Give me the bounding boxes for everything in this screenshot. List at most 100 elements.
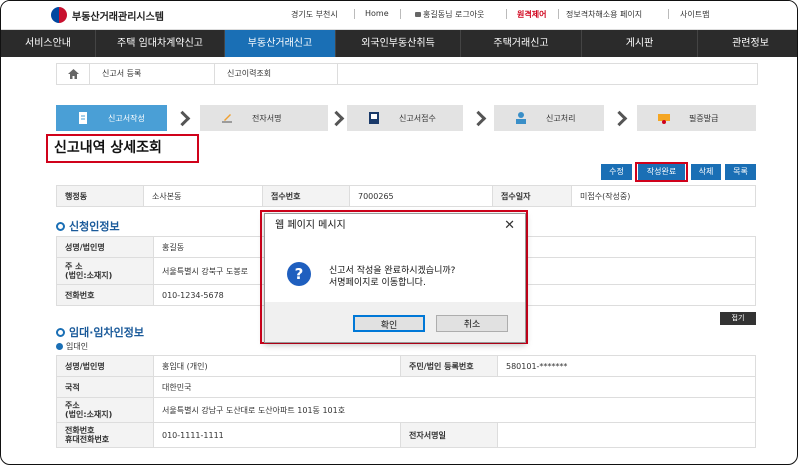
lessor-phone-label: 전화번호 휴대전화번호: [56, 422, 154, 448]
receipt-no-label: 접수번호: [262, 185, 350, 207]
lessor-table: 성명/법인명 홍임대 (개인) 주민/법인 등록번호 580101-******…: [56, 355, 756, 448]
top-utility-bar: 부동산거래관리시스템 경기도 부천시 Home 홍길동님 로그아웃 원격제어 정…: [1, 1, 797, 30]
list-button[interactable]: 목록: [725, 164, 756, 180]
dialog-body: ? 신고서 작성을 완료하시겠습니까? 서명페이지로 이동합니다.: [265, 238, 525, 302]
ok-button[interactable]: 확인: [353, 315, 425, 332]
nav-board[interactable]: 게시판: [582, 30, 698, 57]
summary-table: 행정동 소사본동 접수번호 7000265 접수일자 미접수(작성중): [56, 185, 756, 207]
home-link[interactable]: Home: [365, 9, 389, 18]
nav-service[interactable]: 서비스안내: [1, 30, 96, 57]
chevron-right-icon: [328, 110, 345, 127]
question-icon: ?: [287, 262, 311, 286]
user-process-icon: [516, 112, 526, 124]
breadcrumb-item[interactable]: 신고서 등록: [90, 64, 215, 84]
divider: [506, 9, 507, 19]
divider: [354, 9, 355, 19]
address-label-line: (법인:소재지): [65, 271, 113, 280]
confirm-dialog: 웹 페이지 메시지 ✕ ? 신고서 작성을 완료하시겠습니까? 서명페이지로 이…: [264, 213, 526, 343]
receipt-no-value: 7000265: [349, 185, 493, 207]
certificate-icon: [658, 114, 670, 124]
address-label-line: (법인:소재지): [65, 410, 113, 419]
complete-button-highlight: [635, 162, 688, 182]
browser-frame: 부동산거래관리시스템 경기도 부천시 Home 홍길동님 로그아웃 원격제어 정…: [0, 0, 798, 465]
lessor-sign-label: 전자서명일: [400, 422, 498, 448]
applicant-phone-label: 전화번호: [56, 284, 154, 306]
breadcrumb: 신고서 등록 신고이력조회: [56, 63, 758, 85]
delete-button[interactable]: 삭제: [691, 164, 721, 180]
step-label: 필증발급: [689, 113, 719, 123]
nav-related[interactable]: 관련정보: [698, 30, 797, 57]
site-logo[interactable]: 부동산거래관리시스템: [51, 7, 164, 23]
divider: [558, 9, 559, 19]
dong-value: 소사본동: [143, 185, 263, 207]
receipt-date-label: 접수일자: [492, 185, 572, 207]
accessibility-link[interactable]: 정보격차해소용 페이지: [566, 9, 642, 20]
step-label: 전자서명: [252, 113, 282, 123]
nav-housing-report[interactable]: 주택거래신고: [461, 30, 582, 57]
divider: [668, 9, 669, 19]
site-name: 부동산거래관리시스템: [72, 11, 164, 23]
lock-icon: [415, 12, 421, 17]
address-label-line: 주 소: [65, 262, 83, 271]
sitemap-link[interactable]: 사이트맵: [680, 9, 709, 20]
section-title-text: 임대·임차인정보: [69, 326, 145, 339]
lessor-phone-value: 010-1111-1111: [153, 422, 401, 448]
lessor-name-label: 성명/법인명: [56, 355, 154, 377]
fold-button[interactable]: 접기: [720, 312, 756, 325]
edit-button[interactable]: 수정: [601, 164, 632, 180]
step-sign: 전자서명: [200, 105, 328, 131]
home-crumb[interactable]: [57, 64, 90, 84]
dong-label: 행정동: [56, 185, 144, 207]
home-icon: [67, 69, 79, 79]
chevron-right-icon: [470, 110, 487, 127]
section-bullet-icon: [56, 221, 65, 231]
taegeuk-logo-icon: [51, 7, 67, 23]
address-label-line: 주소: [65, 401, 80, 410]
nav-real-estate-report[interactable]: 부동산거래신고: [225, 30, 336, 57]
section-bullet-icon: [56, 327, 65, 337]
step-write: 신고서작성: [56, 105, 167, 131]
main-nav: 서비스안내 주택 임대차계약신고 부동산거래신고 외국인부동산취득 주택거래신고…: [1, 30, 797, 57]
lessor-nation-label: 국적: [56, 376, 154, 398]
lessor-rrn-value: 580101-*******: [497, 355, 756, 377]
lessor-nation-value: 대한민국: [153, 376, 756, 398]
dialog-titlebar: 웹 페이지 메시지 ✕: [265, 214, 525, 238]
applicant-address-label: 주 소 (법인:소재지): [56, 257, 154, 285]
dialog-footer: 확인 취소: [265, 302, 525, 342]
cancel-button[interactable]: 취소: [436, 315, 508, 332]
nav-foreigner[interactable]: 외국인부동산취득: [336, 30, 461, 57]
chevron-right-icon: [611, 110, 628, 127]
phone-label-line: 전화번호: [65, 426, 95, 435]
lessor-rrn-label: 주민/법인 등록번호: [400, 355, 498, 377]
breadcrumb-item[interactable]: 신고이력조회: [215, 64, 338, 84]
subtitle-text: 임대인: [66, 342, 89, 351]
logout-link[interactable]: 홍길동님 로그아웃: [415, 9, 484, 20]
step-label: 신고처리: [546, 113, 576, 123]
document-icon: [79, 112, 87, 124]
step-receipt: 신고서접수: [347, 105, 463, 131]
logout-label: 홍길동님 로그아웃: [423, 10, 485, 19]
dialog-message-line2: 서명페이지로 이동합니다.: [329, 278, 426, 288]
lessor-address-value: 서울특별시 강남구 도산대로 도산아파트 101동 101호: [153, 397, 756, 423]
applicant-section-title: 신청인정보: [56, 218, 120, 234]
dialog-title: 웹 페이지 메시지: [275, 220, 346, 231]
chevron-right-icon: [174, 110, 191, 127]
lessor-subtitle: 임대인: [56, 341, 88, 352]
sub-bullet-icon: [56, 343, 63, 350]
lessor-sign-value: [497, 422, 756, 448]
region-label: 경기도 부천시: [291, 10, 338, 19]
divider: [400, 9, 401, 19]
close-icon[interactable]: ✕: [504, 214, 515, 238]
step-process: 신고처리: [494, 105, 604, 131]
section-title-text: 신청인정보: [69, 220, 120, 233]
step-label: 신고서작성: [108, 113, 145, 123]
lease-section-title: 임대·임차인정보: [56, 324, 144, 340]
nav-lease-report[interactable]: 주택 임대차계약신고: [96, 30, 225, 57]
lessor-name-value: 홍임대 (개인): [153, 355, 401, 377]
step-label: 신고서접수: [399, 113, 436, 123]
applicant-name-label: 성명/법인명: [56, 236, 154, 258]
lessor-address-label: 주소 (법인:소재지): [56, 397, 154, 423]
step-certificate: 필증발급: [637, 105, 756, 131]
remote-control-link[interactable]: 원격제어: [517, 9, 546, 20]
pen-sign-icon: [222, 114, 232, 123]
